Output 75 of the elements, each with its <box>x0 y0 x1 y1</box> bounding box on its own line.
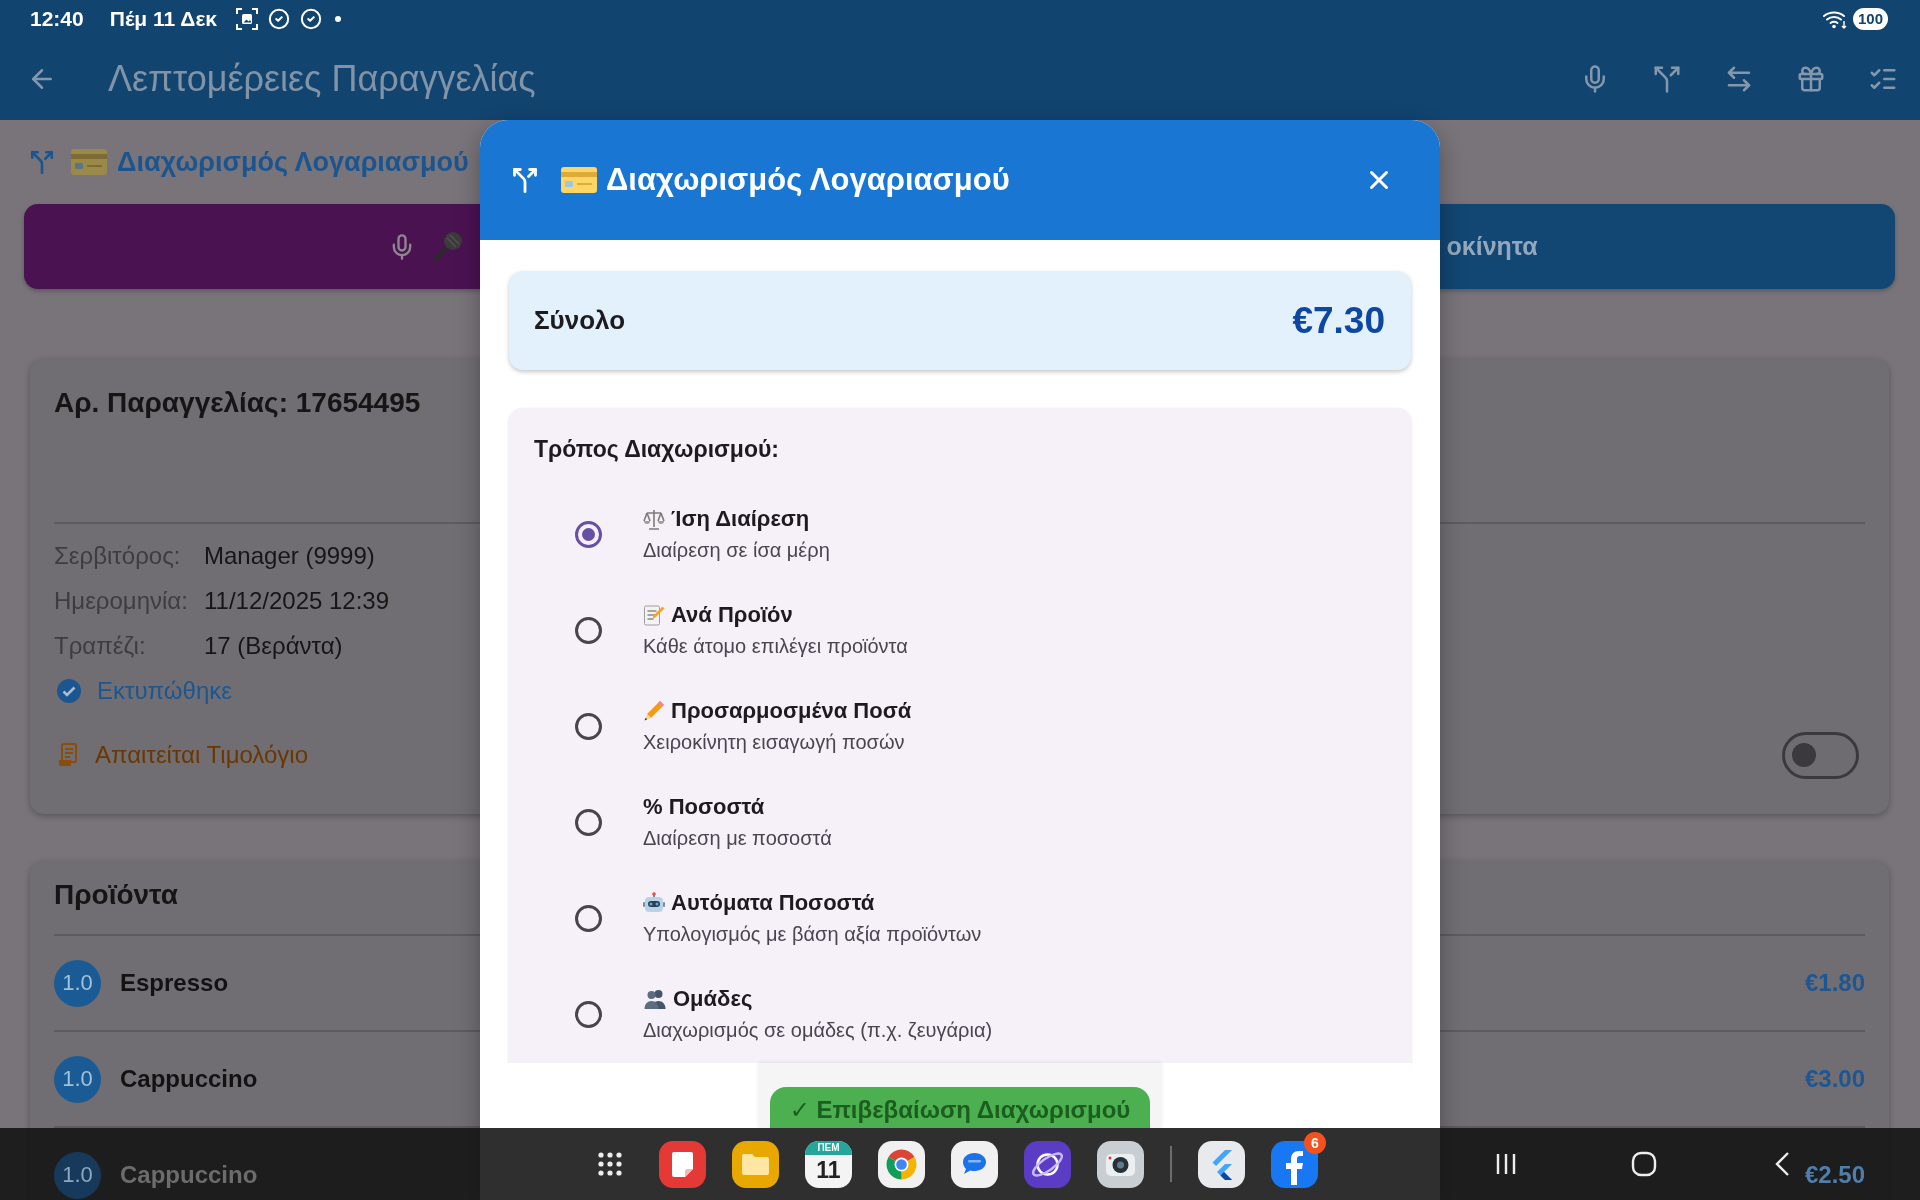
total-label: Σύνολο <box>534 305 626 336</box>
total-amount: €7.30 <box>1292 299 1385 342</box>
option-subtitle: Διαίρεση με ποσοστά <box>643 826 832 851</box>
people-icon <box>643 989 667 1009</box>
quantity-badge: 1.0 <box>54 959 101 1007</box>
radio-button[interactable] <box>575 808 602 836</box>
status-time: 12:40 <box>30 7 84 31</box>
status-date: Πέμ 11 Δεκ <box>109 7 218 31</box>
section-title: Διαχωρισμός Λογαριασμού <box>117 146 469 178</box>
check-circle-icon <box>268 8 291 30</box>
option-subtitle: Υπολογισμός με βάση αξία προϊόντων <box>643 922 982 947</box>
option-subtitle: Κάθε άτομο επιλέγει προϊόντα <box>643 634 908 659</box>
pencil-icon <box>643 700 665 722</box>
option-title: Ανά Προϊόν <box>671 601 793 629</box>
products-title: Προϊόντα <box>54 879 179 911</box>
split-icon <box>29 149 55 175</box>
check-circle-icon <box>57 678 81 703</box>
radio-button[interactable] <box>575 712 602 740</box>
back-icon[interactable] <box>1774 1151 1790 1177</box>
dialog-title: Διαχωρισμός Λογαριασμού <box>606 162 1010 198</box>
dot-icon <box>335 16 342 22</box>
option-title: Ίση Διαίρεση <box>671 505 810 533</box>
robot-icon <box>643 892 665 914</box>
option-subtitle: Διαίρεση σε ίσα μέρη <box>643 538 830 563</box>
chevron-logo-icon[interactable] <box>1198 1140 1245 1188</box>
home-icon[interactable] <box>1631 1151 1657 1177</box>
check-circle-icon <box>300 8 323 30</box>
methods-title: Τρόπος Διαχωρισμού: <box>534 436 779 462</box>
recents-icon[interactable] <box>1495 1152 1517 1176</box>
product-price: €3.00 <box>1804 1065 1865 1093</box>
calendar-app-button[interactable]: ΠΕΜ 11 <box>805 1140 852 1188</box>
gift-icon[interactable] <box>1796 64 1826 94</box>
notification-badge: 6 <box>1304 1131 1326 1154</box>
invoice-label: Απαιτείται Τιμολόγιο <box>95 741 308 769</box>
split-icon[interactable] <box>1652 64 1682 94</box>
page-title: Λεπτομέρειες Παραγγελίας <box>108 58 536 100</box>
split-icon <box>511 166 539 194</box>
option-subtitle: Διαχωρισμός σε ομάδες (π.χ. ζευγάρια) <box>643 1018 993 1043</box>
notebook-icon[interactable] <box>659 1140 706 1188</box>
folder-icon[interactable] <box>732 1140 779 1188</box>
radio-button[interactable] <box>575 616 602 644</box>
confirm-button[interactable]: ✓ Επιβεβαίωση Διαχωρισμού <box>770 1087 1150 1128</box>
order-number: Αρ. Παραγγελίας: 17654495 <box>54 387 421 419</box>
product-name: Cappuccino <box>120 1161 258 1189</box>
option-title: Προσαρμοσμένα Ποσά <box>671 697 912 725</box>
f-logo-icon[interactable] <box>1271 1140 1318 1188</box>
credit-card-icon <box>71 149 107 175</box>
memo-icon <box>643 604 665 626</box>
product-name: Espresso <box>120 969 229 997</box>
planet-icon[interactable] <box>1024 1140 1071 1188</box>
option-title: Ομάδες <box>673 985 753 1013</box>
option-subtitle: Χειροκίνητη εισαγωγή ποσών <box>643 730 906 755</box>
quantity-badge: 1.0 <box>54 1055 101 1103</box>
camera-icon[interactable] <box>1097 1140 1144 1188</box>
option-title: % Ποσοστά <box>643 793 765 821</box>
scales-icon <box>643 508 665 530</box>
detail-value: 17 (Βεράντα) <box>204 631 343 660</box>
product-price: €1.80 <box>1804 969 1865 997</box>
chat-bubble-icon[interactable] <box>951 1140 998 1188</box>
apps-grid-icon[interactable] <box>597 1152 622 1176</box>
battery-indicator: 100 <box>1852 8 1888 30</box>
printed-status: Εκτυπώθηκε <box>97 676 232 705</box>
radio-button[interactable] <box>575 1000 602 1028</box>
product-price: €2.50 <box>1804 1161 1865 1189</box>
detail-value: Manager (9999) <box>204 541 375 570</box>
radio-button[interactable] <box>575 520 602 548</box>
detail-value: 11/12/2025 12:39 <box>204 586 390 615</box>
product-name: Cappuccino <box>120 1065 258 1093</box>
credit-card-icon <box>561 167 597 193</box>
option-title: Αυτόματα Ποσοστά <box>671 889 875 917</box>
invoice-switch[interactable] <box>1782 731 1859 779</box>
frame-icon <box>236 8 259 30</box>
radio-button[interactable] <box>575 904 602 932</box>
receipt-icon <box>58 743 78 767</box>
ring-logo-icon[interactable] <box>878 1140 925 1188</box>
